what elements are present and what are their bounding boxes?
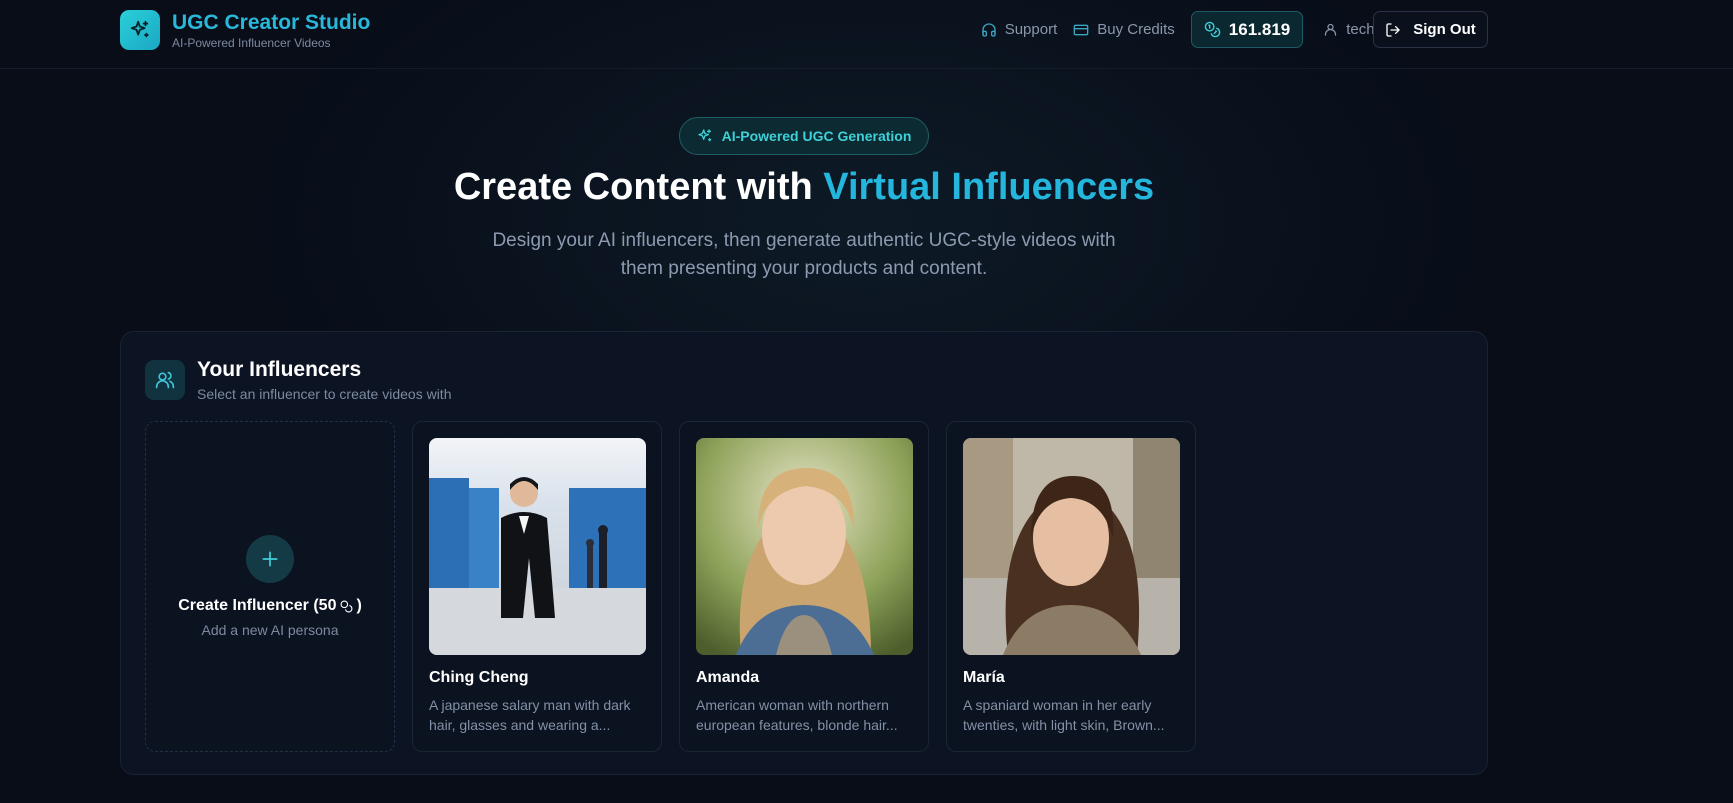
hero-title-prefix: Create Content with: [453, 166, 824, 208]
sign-out-button[interactable]: Sign Out: [1373, 11, 1488, 48]
user-icon: [1325, 23, 1337, 36]
plus-icon: [246, 535, 294, 583]
influencer-card[interactable]: Ching Cheng A japanese salary man with d…: [412, 421, 662, 752]
brand-title: UGC Creator Studio: [172, 10, 371, 34]
buy-credits-label: Buy Credits: [1097, 21, 1175, 38]
support-label: Support: [1004, 21, 1058, 38]
create-influencer-subtitle: Add a new AI persona: [201, 622, 339, 638]
create-influencer-title-prefix: Create Influencer (50: [178, 597, 337, 614]
influencer-card[interactable]: Amanda American woman with northern euro…: [679, 421, 929, 752]
create-influencer-title-suffix: ): [356, 597, 362, 614]
influencer-photo: [429, 438, 646, 655]
brand-subtitle: AI-Powered Influencer Videos: [172, 35, 331, 50]
create-influencer-card[interactable]: Create Influencer (50 ) Add a new AI per…: [145, 421, 395, 752]
panel-title: Your Influencers: [197, 358, 362, 381]
hero-description: Design your AI influencers, then generat…: [492, 230, 1116, 279]
influencer-name: Ching Cheng: [429, 669, 529, 686]
coins-icon: [341, 600, 353, 612]
hero-badge: AI-Powered UGC Generation: [679, 117, 929, 155]
influencer-name: Amanda: [696, 669, 760, 686]
headphones-icon: [982, 22, 996, 37]
influencer-card[interactable]: María A spaniard woman in her early twen…: [946, 421, 1196, 752]
sparkles-icon: [697, 129, 711, 142]
influencers-panel: Your Influencers Select an influencer to…: [120, 331, 1488, 775]
credit-card-icon: [1073, 24, 1089, 35]
support-link[interactable]: Support: [981, 21, 1058, 38]
create-influencer-title: Create Influencer (50 ): [178, 597, 362, 615]
influencer-description: A spaniard woman in her early twenties, …: [963, 697, 1165, 733]
influencer-name: María: [963, 669, 1005, 686]
influencer-description: American woman with northern european fe…: [696, 697, 898, 733]
panel-subtitle: Select an influencer to create videos wi…: [197, 386, 452, 402]
sparkles-icon: [120, 10, 160, 50]
hero-title: Create Content with Virtual Influencers: [0, 166, 1608, 209]
coins-icon: [1204, 21, 1221, 38]
brand[interactable]: UGC Creator Studio AI-Powered Influencer…: [120, 10, 370, 50]
influencer-list: Create Influencer (50 ) Add a new AI per…: [145, 421, 1213, 752]
influencer-photo: [696, 438, 913, 655]
buy-credits-link[interactable]: Buy Credits: [1073, 21, 1175, 38]
influencer-description: A japanese salary man with dark hair, gl…: [429, 697, 631, 733]
hero-badge-label: AI-Powered UGC Generation: [721, 128, 912, 144]
credits-value: 161.819: [1228, 19, 1291, 39]
hero-title-accent: Virtual Influencers: [823, 166, 1155, 208]
credits-balance[interactable]: 161.819: [1190, 11, 1304, 48]
top-header: UGC Creator Studio AI-Powered Influencer…: [0, 0, 1733, 69]
influencer-photo: [963, 438, 1180, 655]
users-icon: [145, 360, 185, 400]
sign-out-label: Sign Out: [1413, 21, 1476, 38]
log-out-icon: [1386, 22, 1400, 37]
